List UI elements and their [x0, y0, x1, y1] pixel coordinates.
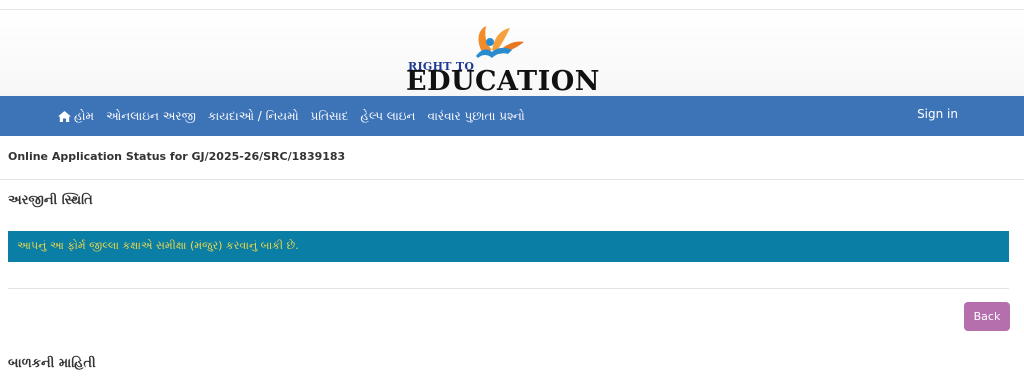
child-info-heading: બાળકની માહિતી [8, 356, 96, 371]
status-alert-message: આપનું આ ફોર્મ જીલ્લા કક્ષાએ સમીક્ષા (મંજ… [17, 239, 299, 252]
divider [0, 179, 1024, 180]
nav-item-home[interactable]: હોમ [58, 109, 94, 124]
main-navbar: હોમ ઓનલાઇન અરજી કાયદાઓ / નિયમો પ્રતિસાદ … [0, 96, 1024, 136]
logo-figure-icon [476, 26, 524, 58]
sign-in-link[interactable]: Sign in [917, 107, 958, 121]
page-title: Online Application Status for GJ/2025-26… [8, 150, 346, 163]
home-icon [58, 110, 71, 122]
nav-item-laws-rules[interactable]: કાયદાઓ / નિયમો [208, 109, 299, 124]
nav-menu: હોમ ઓનલાઇન અરજી કાયદાઓ / નિયમો પ્રતિસાદ … [58, 96, 537, 136]
divider [8, 288, 1009, 289]
nav-item-label: હોમ [74, 108, 95, 123]
site-header: RIGHT TO EDUCATION [0, 10, 1024, 96]
nav-item-feedback[interactable]: પ્રતિસાદ [311, 109, 349, 124]
rte-logo[interactable]: RIGHT TO EDUCATION [406, 22, 616, 97]
nav-item-faq[interactable]: વારંવાર પુછાતા પ્રશ્નો [427, 109, 524, 124]
nav-item-helpline[interactable]: હેલ્પ લાઇન [360, 109, 415, 124]
nav-item-online-application[interactable]: ઓનલાઇન અરજી [106, 109, 196, 124]
back-button[interactable]: Back [964, 302, 1010, 331]
status-alert: આપનું આ ફોર્મ જીલ્લા કક્ષાએ સમીક્ષા (મંજ… [8, 231, 1009, 262]
application-status-heading: અરજીની સ્થિતિ [8, 193, 93, 208]
logo-title: EDUCATION [406, 66, 600, 97]
